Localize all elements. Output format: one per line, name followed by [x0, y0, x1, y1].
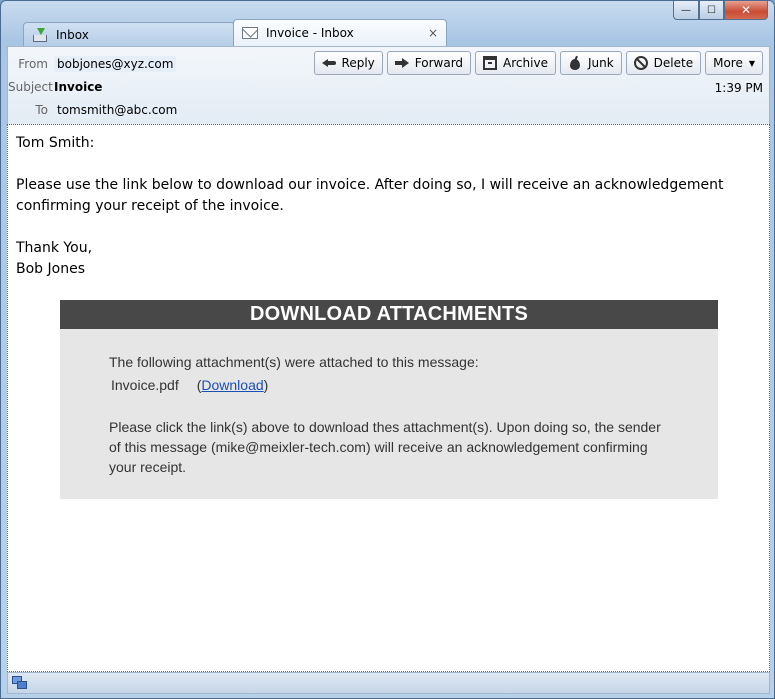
note-line-3: your receipt. — [109, 459, 187, 475]
from-row: From bobjones@xyz.com — [8, 56, 177, 72]
network-status-icon[interactable] — [12, 676, 28, 690]
delete-button[interactable]: Delete — [625, 51, 702, 75]
mail-window: — ☐ ✕ Inbox Invoice - Inbox × From bobjo… — [0, 0, 775, 699]
message-header: From bobjones@xyz.com Subject Invoice To… — [7, 46, 770, 124]
to-label: To — [35, 103, 48, 117]
signature: Bob Jones — [16, 261, 85, 277]
note-line-2: of this message (mike@meixler-tech.com) … — [109, 439, 648, 455]
forward-label: Forward — [414, 56, 464, 70]
envelope-icon — [242, 27, 258, 39]
download-box-title: DOWNLOAD ATTACHMENTS — [60, 300, 718, 329]
subject-row: Subject Invoice — [8, 80, 102, 94]
junk-icon — [568, 56, 582, 70]
download-attachments-box: DOWNLOAD ATTACHMENTS The following attac… — [60, 300, 718, 499]
to-address[interactable]: tomsmith@abc.com — [54, 102, 181, 118]
download-link[interactable]: Download — [201, 377, 263, 393]
note-line-1: Please click the link(s) above to downlo… — [109, 419, 661, 435]
close-window-button[interactable]: ✕ — [724, 1, 768, 20]
from-address[interactable]: bobjones@xyz.com — [54, 56, 177, 72]
delete-label: Delete — [653, 56, 694, 70]
archive-icon — [483, 56, 498, 70]
message-body: Tom Smith: Please use the link below to … — [7, 124, 770, 672]
caption-buttons: — ☐ ✕ — [673, 1, 768, 20]
attachment-intro: The following attachment(s) were attache… — [109, 354, 479, 370]
status-bar — [7, 672, 770, 694]
tab-invoice[interactable]: Invoice - Inbox × — [233, 19, 447, 46]
to-row: To tomsmith@abc.com — [8, 102, 181, 118]
maximize-button[interactable]: ☐ — [699, 1, 724, 20]
forward-button[interactable]: Forward — [386, 51, 472, 75]
attachment-row: Invoice.pdf (Download) — [109, 375, 689, 395]
tab-close-icon[interactable]: × — [428, 26, 438, 40]
more-label: More — [713, 56, 743, 70]
message-text: Tom Smith: Please use the link below to … — [16, 133, 756, 280]
message-toolbar: Reply Forward Archive Junk Delete More ▼ — [313, 51, 763, 75]
delete-icon — [633, 56, 648, 70]
more-button[interactable]: More ▼ — [705, 51, 763, 75]
greeting: Tom Smith: — [16, 135, 95, 151]
subject-value: Invoice — [54, 80, 103, 94]
tab-invoice-label: Invoice - Inbox — [266, 26, 354, 40]
chevron-down-icon: ▼ — [748, 58, 755, 68]
download-link-wrapper: (Download) — [196, 377, 269, 393]
minimize-button[interactable]: — — [673, 1, 699, 20]
forward-icon — [394, 56, 409, 70]
subject-label: Subject — [8, 80, 53, 94]
reply-icon — [321, 56, 336, 70]
closing: Thank You, — [16, 240, 93, 256]
body-line-2: confirming your receipt of the invoice. — [16, 198, 284, 214]
tab-inbox-label: Inbox — [56, 27, 89, 42]
body-line-1: Please use the link below to download ou… — [16, 177, 724, 193]
attachment-note: Please click the link(s) above to downlo… — [109, 417, 689, 477]
from-label: From — [18, 57, 48, 71]
reply-label: Reply — [341, 56, 375, 70]
junk-label: Junk — [587, 56, 614, 70]
message-time: 1:39 PM — [714, 81, 763, 95]
tab-inbox[interactable]: Inbox — [23, 22, 235, 46]
reply-button[interactable]: Reply — [313, 51, 383, 75]
archive-label: Archive — [503, 56, 548, 70]
archive-button[interactable]: Archive — [475, 51, 556, 75]
inbox-icon — [32, 27, 48, 42]
junk-button[interactable]: Junk — [559, 51, 622, 75]
download-box-content: The following attachment(s) were attache… — [109, 352, 689, 477]
tab-strip: Inbox Invoice - Inbox × — [9, 19, 769, 46]
attachment-filename: Invoice.pdf — [111, 377, 179, 393]
